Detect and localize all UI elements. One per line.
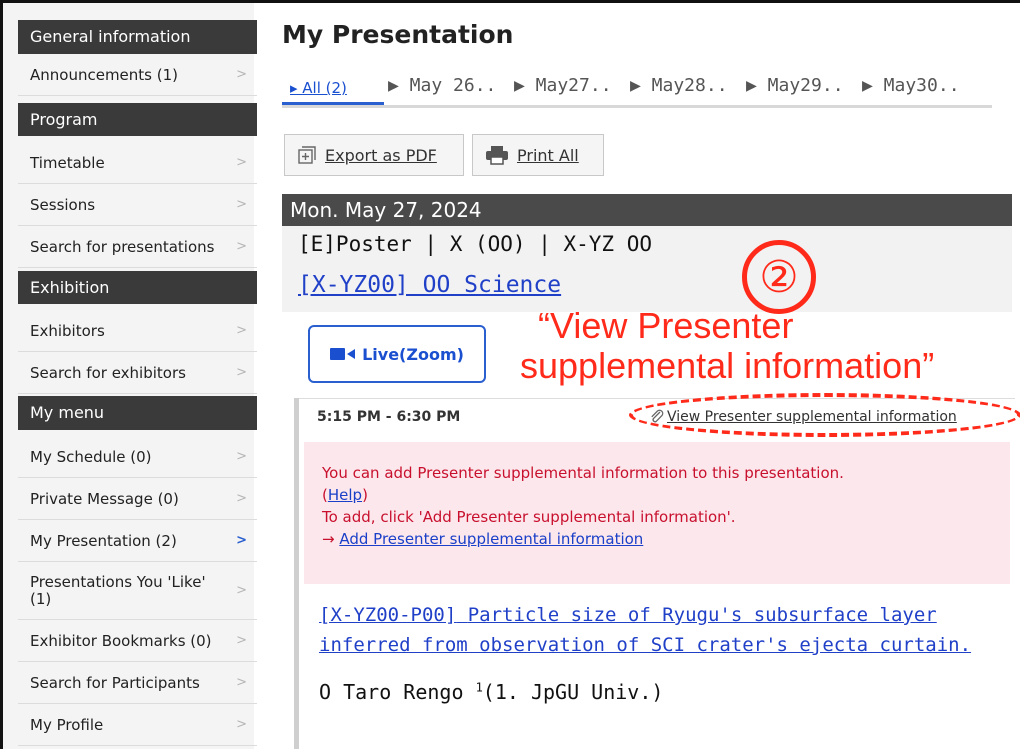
print-all-button[interactable]: Print All bbox=[472, 134, 604, 176]
presentation-title-link[interactable]: [X-YZ00-P00] Particle size of Ryugu's su… bbox=[319, 600, 999, 660]
session-title-link[interactable]: [X-YZ00] OO Science bbox=[298, 272, 561, 298]
sidebar: General information Announcements (1) > P… bbox=[0, 0, 257, 749]
time-range: 5:15 PM - 6:30 PM bbox=[317, 409, 461, 425]
notice-line-1: You can add Presenter supplemental infor… bbox=[322, 464, 844, 482]
notice-line-3: To add, click 'Add Presenter supplementa… bbox=[322, 508, 736, 526]
presenter-marker: O bbox=[319, 680, 332, 704]
chevron-right-icon: > bbox=[236, 67, 247, 82]
chevron-right-icon: > bbox=[236, 155, 247, 170]
export-pdf-label: Export as PDF bbox=[325, 145, 437, 165]
sidebar-header-label: Exhibition bbox=[30, 277, 110, 297]
add-supplemental-link[interactable]: Add Presenter supplemental information bbox=[339, 530, 643, 548]
tab-all[interactable]: ▸ All (2) bbox=[290, 79, 347, 97]
sidebar-item-exhibitors[interactable]: Exhibitors > bbox=[18, 310, 257, 352]
author-line: O Taro Rengo 1(1. JpGU Univ.) bbox=[319, 680, 663, 704]
sidebar-item-search-exhibitors[interactable]: Search for exhibitors > bbox=[18, 352, 257, 394]
chevron-right-icon: > bbox=[236, 675, 247, 690]
print-all-label: Print All bbox=[517, 145, 579, 165]
supplemental-notice: You can add Presenter supplemental infor… bbox=[304, 442, 1010, 584]
export-pdf-button[interactable]: Export as PDF bbox=[284, 134, 464, 176]
sidebar-header-label: My menu bbox=[30, 403, 105, 422]
sidebar-item-private-message[interactable]: Private Message (0) > bbox=[18, 478, 257, 520]
arrow-right-icon: → bbox=[322, 530, 335, 548]
sidebar-header-general: General information bbox=[18, 20, 257, 54]
author-affiliation-index: 1 bbox=[475, 680, 483, 695]
chevron-right-icon: > bbox=[236, 365, 247, 380]
presentation-card: 5:15 PM - 6:30 PM View Presenter supplem… bbox=[294, 393, 1020, 749]
sidebar-item-label: My Profile bbox=[30, 715, 104, 734]
annotation-text-line-2: supplemental information” bbox=[520, 345, 935, 386]
presentation-code: [X-YZ00-P00] bbox=[319, 604, 457, 626]
sidebar-item-label: Exhibitors bbox=[30, 321, 105, 340]
tab-may-29[interactable]: ▶ May29.. bbox=[746, 75, 844, 96]
date-header: Mon. May 27, 2024 bbox=[282, 194, 1012, 226]
sidebar-item-search-presentations[interactable]: Search for presentations > bbox=[18, 226, 257, 268]
sidebar-item-label: Presentations You 'Like' (1) bbox=[30, 572, 206, 608]
sidebar-item-label-line1: Presentations You 'Like' bbox=[30, 572, 206, 591]
page-title: My Presentation bbox=[282, 20, 514, 49]
sidebar-header-exhibition: Exhibition bbox=[18, 271, 257, 304]
chevron-right-icon: > bbox=[236, 239, 247, 254]
sidebar-item-label: Exhibitor Bookmarks (0) bbox=[30, 631, 212, 650]
author-affiliation: (1. JpGU Univ.) bbox=[482, 680, 664, 704]
sidebar-item-search-participants[interactable]: Search for Participants > bbox=[18, 662, 257, 704]
printer-icon bbox=[485, 145, 509, 165]
sidebar-item-exhibitor-bookmarks[interactable]: Exhibitor Bookmarks (0) > bbox=[18, 620, 257, 662]
video-camera-icon bbox=[330, 347, 356, 361]
tab-may-26[interactable]: ▶ May 26.. bbox=[388, 75, 496, 96]
sidebar-item-label: Search for exhibitors bbox=[30, 363, 186, 382]
tab-active-indicator bbox=[282, 102, 384, 105]
help-link[interactable]: Help bbox=[328, 486, 362, 504]
sidebar-item-label: My Presentation (2) bbox=[30, 531, 177, 550]
sidebar-item-label: Search for Participants bbox=[30, 673, 200, 692]
sidebar-item-sessions[interactable]: Sessions > bbox=[18, 184, 257, 226]
chevron-right-icon: > bbox=[236, 197, 247, 212]
sidebar-item-label: Search for presentations bbox=[30, 237, 215, 256]
sidebar-item-presentations-liked[interactable]: Presentations You 'Like' (1) > bbox=[18, 562, 257, 620]
annotation-text-line-1: “View Presenter bbox=[538, 305, 794, 346]
sidebar-header-label: Program bbox=[30, 109, 98, 129]
session-header: [E]Poster | X (OO) | X-YZ OO [X-YZ00] OO… bbox=[282, 226, 1012, 312]
sidebar-item-my-schedule[interactable]: My Schedule (0) > bbox=[18, 436, 257, 478]
tab-may-27[interactable]: ▶ May27.. bbox=[514, 75, 612, 96]
sidebar-item-label-line2: (1) bbox=[30, 589, 52, 608]
chevron-right-icon: > bbox=[236, 717, 247, 732]
sidebar-header-label: General information bbox=[30, 27, 191, 46]
sidebar-item-label: My Schedule (0) bbox=[30, 447, 152, 466]
help-close-paren: ) bbox=[362, 486, 368, 504]
date-tabs: ▸ All (2) ▶ May 26.. ▶ May27.. ▶ May28..… bbox=[282, 65, 992, 108]
notice-line-4: → Add Presenter supplemental information bbox=[322, 530, 643, 548]
sidebar-item-my-presentation[interactable]: My Presentation (2) > bbox=[18, 520, 257, 562]
export-icon bbox=[297, 145, 317, 165]
live-zoom-label: Live(Zoom) bbox=[362, 344, 464, 364]
sidebar-item-label: Private Message (0) bbox=[30, 489, 179, 508]
sidebar-item-label: Timetable bbox=[30, 153, 105, 172]
sidebar-header-my-menu: My menu bbox=[18, 396, 257, 430]
chevron-right-icon: > bbox=[236, 323, 247, 338]
sidebar-item-label: Sessions bbox=[30, 195, 96, 214]
chevron-right-icon: > bbox=[236, 533, 247, 548]
notice-line-2: (Help) bbox=[322, 486, 368, 504]
sidebar-item-announcements[interactable]: Announcements (1) > bbox=[18, 54, 257, 96]
sidebar-header-program: Program bbox=[18, 103, 257, 136]
session-type: [E]Poster | X (OO) | X-YZ OO bbox=[298, 232, 653, 256]
tab-may-30[interactable]: ▶ May30.. bbox=[862, 75, 960, 96]
chevron-right-icon: > bbox=[236, 583, 247, 598]
annotation-step-number: ② bbox=[742, 240, 816, 314]
live-zoom-button[interactable]: Live(Zoom) bbox=[308, 325, 486, 383]
card-header: 5:15 PM - 6:30 PM View Presenter supplem… bbox=[299, 393, 1020, 437]
main-content: My Presentation ▸ All (2) ▶ May 26.. ▶ M… bbox=[254, 0, 1020, 749]
annotation-dashed-oval bbox=[629, 393, 1020, 437]
chevron-right-icon: > bbox=[236, 449, 247, 464]
chevron-right-icon: > bbox=[236, 633, 247, 648]
sidebar-item-label: Announcements (1) bbox=[30, 65, 179, 84]
sidebar-item-timetable[interactable]: Timetable > bbox=[18, 142, 257, 184]
sidebar-item-my-profile[interactable]: My Profile > bbox=[18, 704, 257, 746]
tab-may-28[interactable]: ▶ May28.. bbox=[630, 75, 728, 96]
chevron-right-icon: > bbox=[236, 491, 247, 506]
author-name: Taro Rengo bbox=[343, 680, 464, 704]
